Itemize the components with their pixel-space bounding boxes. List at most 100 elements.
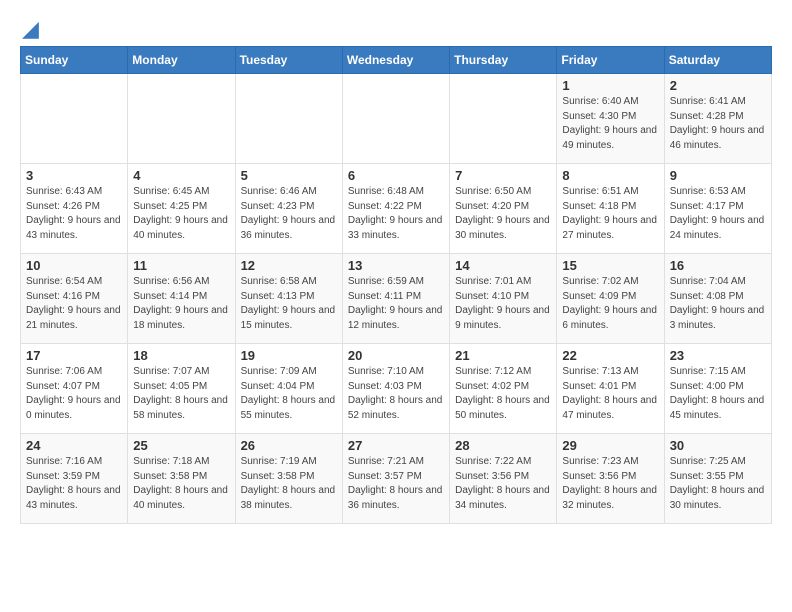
day-cell <box>21 74 128 164</box>
day-cell: 16Sunrise: 7:04 AM Sunset: 4:08 PM Dayli… <box>664 254 771 344</box>
day-number: 10 <box>26 258 122 273</box>
day-cell: 9Sunrise: 6:53 AM Sunset: 4:17 PM Daylig… <box>664 164 771 254</box>
day-cell <box>235 74 342 164</box>
day-info: Sunrise: 7:09 AM Sunset: 4:04 PM Dayligh… <box>241 365 337 423</box>
week-row-5: 24 Sunrise: 7:16 AM Sunset: 3:59 PM Dayli… <box>21 434 772 524</box>
day-info: Sunrise: 6:59 AM Sunset: 4:11 PM Dayligh… <box>348 275 444 333</box>
day-number: 28 <box>455 438 551 453</box>
day-cell: 30 Sunrise: 7:25 AM Sunset: 3:55 PM Dayli… <box>664 434 771 524</box>
day-info: Sunrise: 6:54 AM Sunset: 4:16 PM Dayligh… <box>26 275 122 333</box>
day-number: 20 <box>348 348 444 363</box>
day-number: 19 <box>241 348 337 363</box>
day-header-saturday: Saturday <box>664 47 771 74</box>
day-cell: 5 Sunrise: 6:46 AM Sunset: 4:23 PM Daylig… <box>235 164 342 254</box>
day-number: 24 <box>26 438 122 453</box>
day-cell: 3 Sunrise: 6:43 AM Sunset: 4:26 PM Daylig… <box>21 164 128 254</box>
day-number: 14 <box>455 258 551 273</box>
day-number: 27 <box>348 438 444 453</box>
day-number: 23 <box>670 348 766 363</box>
day-number: 21 <box>455 348 551 363</box>
day-number: 17 <box>26 348 122 363</box>
day-info: Sunrise: 6:43 AM Sunset: 4:26 PM Dayligh… <box>26 185 122 243</box>
day-number: 15 <box>562 258 658 273</box>
day-info: Sunrise: 7:01 AM Sunset: 4:10 PM Dayligh… <box>455 275 551 333</box>
day-number: 6 <box>348 168 444 183</box>
page: ◢ SundayMondayTuesdayWednesdayThursdayFr… <box>0 0 792 540</box>
calendar-table: SundayMondayTuesdayWednesdayThursdayFrid… <box>20 46 772 524</box>
calendar-header-row: SundayMondayTuesdayWednesdayThursdayFrid… <box>21 47 772 74</box>
day-info: Sunrise: 6:51 AM Sunset: 4:18 PM Dayligh… <box>562 185 658 243</box>
day-number: 7 <box>455 168 551 183</box>
day-info: Sunrise: 7:25 AM Sunset: 3:55 PM Dayligh… <box>670 455 766 513</box>
day-number: 11 <box>133 258 229 273</box>
day-number: 3 <box>26 168 122 183</box>
day-info: Sunrise: 7:18 AM Sunset: 3:58 PM Dayligh… <box>133 455 229 513</box>
header: ◢ <box>20 16 772 38</box>
day-header-sunday: Sunday <box>21 47 128 74</box>
day-info: Sunrise: 7:21 AM Sunset: 3:57 PM Dayligh… <box>348 455 444 513</box>
day-number: 8 <box>562 168 658 183</box>
day-number: 1 <box>562 78 658 93</box>
day-number: 22 <box>562 348 658 363</box>
day-info: Sunrise: 6:40 AM Sunset: 4:30 PM Dayligh… <box>562 95 658 153</box>
day-number: 5 <box>241 168 337 183</box>
day-header-wednesday: Wednesday <box>342 47 449 74</box>
day-info: Sunrise: 6:48 AM Sunset: 4:22 PM Dayligh… <box>348 185 444 243</box>
day-number: 4 <box>133 168 229 183</box>
day-cell: 19 Sunrise: 7:09 AM Sunset: 4:04 PM Dayli… <box>235 344 342 434</box>
day-cell: 4 Sunrise: 6:45 AM Sunset: 4:25 PM Daylig… <box>128 164 235 254</box>
day-cell: 29Sunrise: 7:23 AM Sunset: 3:56 PM Dayli… <box>557 434 664 524</box>
day-cell: 23 Sunrise: 7:15 AM Sunset: 4:00 PM Dayli… <box>664 344 771 434</box>
day-cell: 18 Sunrise: 7:07 AM Sunset: 4:05 PM Dayli… <box>128 344 235 434</box>
day-cell: 25 Sunrise: 7:18 AM Sunset: 3:58 PM Dayli… <box>128 434 235 524</box>
day-cell: 26 Sunrise: 7:19 AM Sunset: 3:58 PM Dayli… <box>235 434 342 524</box>
day-info: Sunrise: 7:19 AM Sunset: 3:58 PM Dayligh… <box>241 455 337 513</box>
day-info: Sunrise: 6:45 AM Sunset: 4:25 PM Dayligh… <box>133 185 229 243</box>
week-row-2: 3 Sunrise: 6:43 AM Sunset: 4:26 PM Daylig… <box>21 164 772 254</box>
week-row-1: 1 Sunrise: 6:40 AM Sunset: 4:30 PM Daylig… <box>21 74 772 164</box>
day-cell: 7 Sunrise: 6:50 AM Sunset: 4:20 PM Daylig… <box>450 164 557 254</box>
day-info: Sunrise: 7:12 AM Sunset: 4:02 PM Dayligh… <box>455 365 551 423</box>
day-number: 9 <box>670 168 766 183</box>
day-info: Sunrise: 7:15 AM Sunset: 4:00 PM Dayligh… <box>670 365 766 423</box>
day-header-tuesday: Tuesday <box>235 47 342 74</box>
day-info: Sunrise: 7:10 AM Sunset: 4:03 PM Dayligh… <box>348 365 444 423</box>
week-row-4: 17 Sunrise: 7:06 AM Sunset: 4:07 PM Dayli… <box>21 344 772 434</box>
day-info: Sunrise: 7:07 AM Sunset: 4:05 PM Dayligh… <box>133 365 229 423</box>
day-number: 30 <box>670 438 766 453</box>
day-info: Sunrise: 7:22 AM Sunset: 3:56 PM Dayligh… <box>455 455 551 513</box>
day-cell: 6 Sunrise: 6:48 AM Sunset: 4:22 PM Daylig… <box>342 164 449 254</box>
day-cell: 12 Sunrise: 6:58 AM Sunset: 4:13 PM Dayli… <box>235 254 342 344</box>
day-info: Sunrise: 6:46 AM Sunset: 4:23 PM Dayligh… <box>241 185 337 243</box>
day-cell: 1 Sunrise: 6:40 AM Sunset: 4:30 PM Daylig… <box>557 74 664 164</box>
day-cell: 20 Sunrise: 7:10 AM Sunset: 4:03 PM Dayli… <box>342 344 449 434</box>
logo: ◢ <box>20 16 39 38</box>
day-info: Sunrise: 6:56 AM Sunset: 4:14 PM Dayligh… <box>133 275 229 333</box>
day-info: Sunrise: 6:58 AM Sunset: 4:13 PM Dayligh… <box>241 275 337 333</box>
day-info: Sunrise: 6:50 AM Sunset: 4:20 PM Dayligh… <box>455 185 551 243</box>
day-cell <box>342 74 449 164</box>
day-cell: 22 Sunrise: 7:13 AM Sunset: 4:01 PM Dayli… <box>557 344 664 434</box>
logo-bird-icon: ◢ <box>22 16 39 42</box>
day-cell: 24 Sunrise: 7:16 AM Sunset: 3:59 PM Dayli… <box>21 434 128 524</box>
day-cell: 13 Sunrise: 6:59 AM Sunset: 4:11 PM Dayli… <box>342 254 449 344</box>
day-number: 25 <box>133 438 229 453</box>
day-info: Sunrise: 7:06 AM Sunset: 4:07 PM Dayligh… <box>26 365 122 423</box>
day-number: 18 <box>133 348 229 363</box>
day-cell: 15 Sunrise: 7:02 AM Sunset: 4:09 PM Dayli… <box>557 254 664 344</box>
day-info: Sunrise: 7:13 AM Sunset: 4:01 PM Dayligh… <box>562 365 658 423</box>
day-info: Sunrise: 6:41 AM Sunset: 4:28 PM Dayligh… <box>670 95 766 153</box>
day-number: 13 <box>348 258 444 273</box>
day-cell: 17 Sunrise: 7:06 AM Sunset: 4:07 PM Dayli… <box>21 344 128 434</box>
day-cell: 27 Sunrise: 7:21 AM Sunset: 3:57 PM Dayli… <box>342 434 449 524</box>
week-row-3: 10 Sunrise: 6:54 AM Sunset: 4:16 PM Dayli… <box>21 254 772 344</box>
day-info: Sunrise: 7:16 AM Sunset: 3:59 PM Dayligh… <box>26 455 122 513</box>
day-info: Sunrise: 7:02 AM Sunset: 4:09 PM Dayligh… <box>562 275 658 333</box>
day-number: 26 <box>241 438 337 453</box>
day-number: 16 <box>670 258 766 273</box>
day-header-thursday: Thursday <box>450 47 557 74</box>
day-header-monday: Monday <box>128 47 235 74</box>
day-cell: 11 Sunrise: 6:56 AM Sunset: 4:14 PM Dayli… <box>128 254 235 344</box>
day-cell: 28 Sunrise: 7:22 AM Sunset: 3:56 PM Dayli… <box>450 434 557 524</box>
day-number: 12 <box>241 258 337 273</box>
